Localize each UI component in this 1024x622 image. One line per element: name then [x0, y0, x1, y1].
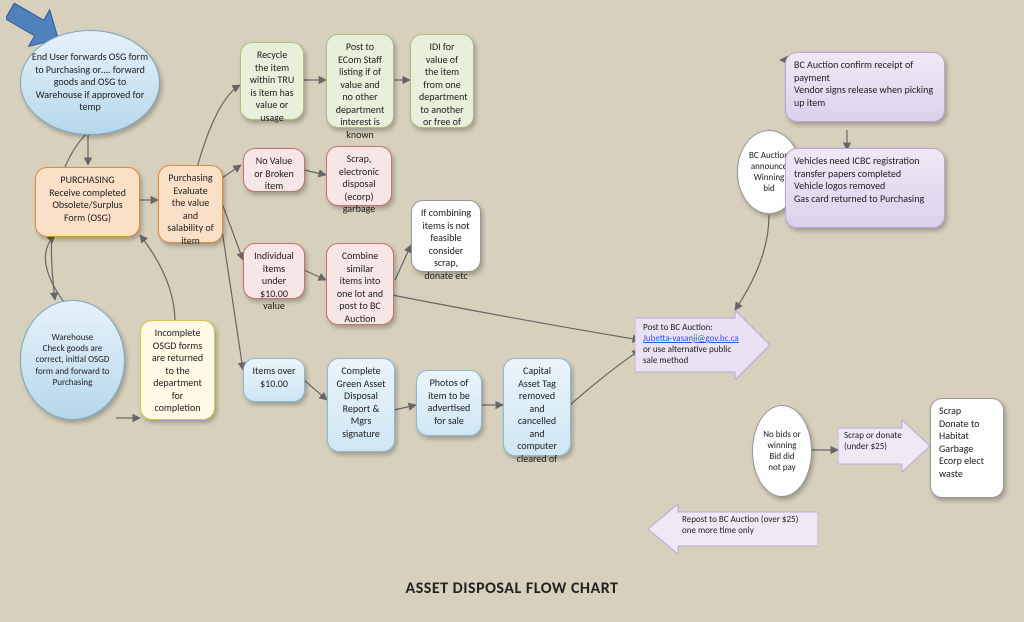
node-end-options: Scrap Donate to Habitat Garbage Ecorp el… — [930, 398, 1004, 498]
node-scrap-donate: Scrap or donate (under $25) — [838, 420, 930, 472]
node-capital-tag: Capital Asset Tag removed and cancelled … — [503, 358, 571, 456]
text: Incomplete OSGD forms are returned to th… — [152, 326, 203, 414]
node-under-10: Individual items under $10.00 value — [243, 243, 305, 299]
text: Combine similar items into one lot and p… — [337, 249, 383, 325]
node-post-bc-auction: Post to BC Auction: Jubetta-vasanji@gov.… — [635, 310, 770, 380]
text: PURCHASING Receive completed Obsolete/Su… — [49, 173, 126, 224]
text: BC Auction announce Winning bid — [748, 150, 790, 195]
text: Complete Green Asset Disposal Report & M… — [336, 364, 385, 440]
text-post: or use alternative public sale method — [643, 344, 731, 366]
text: No Value or Broken item — [254, 154, 294, 192]
node-vehicles: Vehicles need ICBC registration transfer… — [785, 148, 945, 228]
node-over-10: Items over $10.00 — [243, 358, 305, 402]
text: Post to ECom Staff listing if of value a… — [336, 40, 385, 141]
node-no-value: No Value or Broken item — [243, 148, 305, 192]
text: Capital Asset Tag removed and cancelled … — [517, 364, 557, 465]
text: BC Auction confirm receipt of payment Ve… — [794, 58, 933, 109]
node-repost: Repost to BC Auction (over $25) one more… — [648, 504, 818, 554]
text: If combining items is not feasible consi… — [421, 206, 471, 282]
node-recycle: Recycle the item within TRU is item has … — [240, 42, 304, 120]
text: Scrap, electronic disposal (ecorp) garba… — [339, 152, 379, 215]
chart-title: ASSET DISPOSAL FLOW CHART — [0, 579, 1024, 598]
node-scrap-ecorp: Scrap, electronic disposal (ecorp) garba… — [326, 146, 392, 206]
text: Scrap or donate (under $25) — [844, 430, 902, 452]
text: No bids or winning Bid did not pay — [763, 429, 801, 474]
node-combine-not-feasible: If combining items is not feasible consi… — [411, 200, 481, 272]
node-warehouse: Warehouse Check goods are correct, initi… — [20, 300, 125, 420]
auction-email-link[interactable]: Jubetta-vasanji@gov.bc.ca — [643, 333, 739, 344]
text: Recycle the item within TRU is item has … — [250, 48, 295, 124]
node-post-ecom: Post to ECom Staff listing if of value a… — [326, 34, 394, 128]
text: Items over $10.00 — [252, 364, 295, 390]
text-pre: Post to BC Auction: — [643, 322, 713, 333]
node-end-user: End User forwards OSG form to Purchasing… — [20, 30, 160, 135]
node-confirm-payment: BC Auction confirm receipt of payment Ve… — [785, 52, 945, 122]
text: IDI for value of the item from one depar… — [419, 40, 468, 128]
text: End User forwards OSG form to Purchasing… — [31, 51, 149, 114]
node-incomplete-forms: Incomplete OSGD forms are returned to th… — [140, 320, 215, 420]
text: Vehicles need ICBC registration transfer… — [794, 154, 924, 205]
node-green-report: Complete Green Asset Disposal Report & M… — [327, 358, 395, 452]
text: Purchasing Evaluate the value and salabi… — [167, 171, 213, 247]
node-purchasing-evaluate: Purchasing Evaluate the value and salabi… — [158, 165, 223, 243]
node-combine: Combine similar items into one lot and p… — [326, 243, 394, 325]
node-photos: Photos of item to be advertised for sale — [416, 370, 482, 436]
node-purchasing-receive: PURCHASING Receive completed Obsolete/Su… — [35, 167, 140, 237]
node-no-bids: No bids or winning Bid did not pay — [752, 405, 812, 497]
text: Warehouse Check goods are correct, initi… — [31, 332, 114, 388]
text: Scrap Donate to Habitat Garbage Ecorp el… — [939, 404, 984, 480]
text: Repost to BC Auction (over $25) one more… — [682, 514, 798, 536]
node-idi: IDI for value of the item from one depar… — [410, 34, 474, 128]
text: Individual items under $10.00 value — [254, 249, 294, 312]
text: Photos of item to be advertised for sale — [428, 376, 471, 427]
